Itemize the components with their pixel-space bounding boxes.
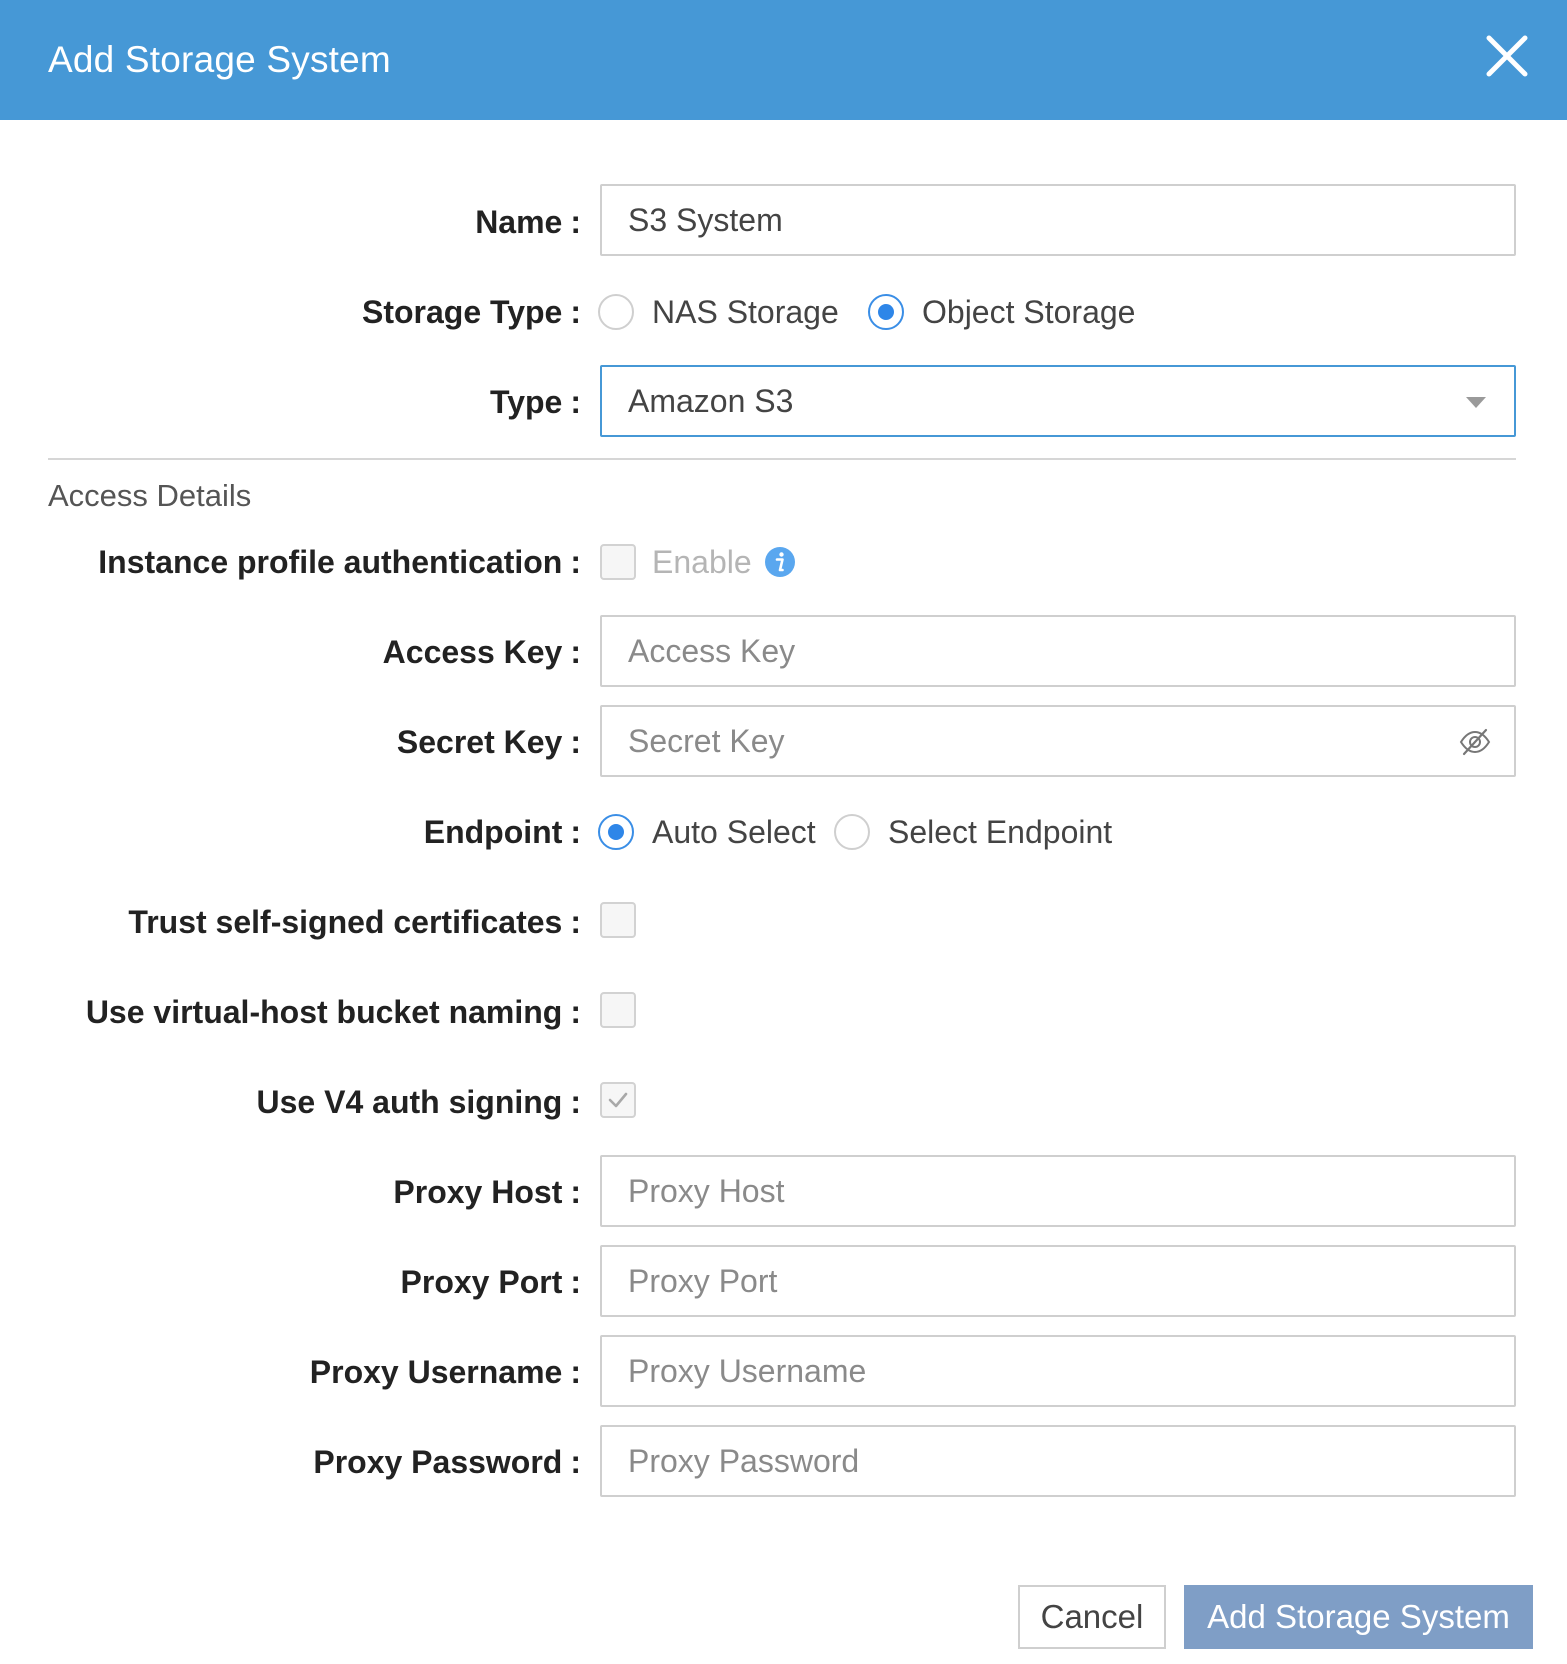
virtual-host-label: Use virtual-host bucket naming: [85,994,581,1030]
radio-auto-select[interactable] [598,814,634,850]
secret-key-label: Secret Key: [396,724,581,760]
secret-key-field[interactable] [600,705,1516,777]
radio-object-storage-label: Object Storage [922,294,1136,330]
name-field[interactable] [600,184,1516,256]
v4-auth-checkbox[interactable] [600,1082,636,1118]
v4-auth-label: Use V4 auth signing: [256,1084,581,1120]
name-label: Name: [475,204,581,240]
proxy-host-field[interactable] [600,1155,1516,1227]
dialog-title: Add Storage System [48,39,391,80]
chevron-down-icon [1466,397,1486,408]
proxy-username-label: Proxy Username: [309,1354,581,1390]
radio-nas-storage-label: NAS Storage [652,294,839,330]
cancel-button[interactable]: Cancel [1018,1585,1166,1649]
close-icon[interactable] [1485,34,1529,78]
radio-auto-select-label: Auto Select [652,814,816,850]
type-label: Type: [490,384,581,420]
access-key-field[interactable] [600,615,1516,687]
access-key-input[interactable] [602,617,1514,685]
proxy-port-label: Proxy Port: [400,1264,581,1300]
access-key-label: Access Key: [382,634,581,670]
proxy-username-field[interactable] [600,1335,1516,1407]
proxy-password-label: Proxy Password: [313,1444,581,1480]
name-input[interactable] [602,186,1514,254]
dialog-header: Add Storage System [0,0,1567,120]
proxy-host-label: Proxy Host: [393,1174,581,1210]
secret-key-input[interactable] [602,707,1514,775]
access-details-title: Access Details [48,478,252,513]
add-storage-system-button[interactable]: Add Storage System [1184,1585,1533,1649]
proxy-host-input[interactable] [602,1157,1514,1225]
radio-nas-storage[interactable] [598,294,634,330]
radio-object-storage[interactable] [868,294,904,330]
type-select-value: Amazon S3 [628,383,794,419]
proxy-port-field[interactable] [600,1245,1516,1317]
proxy-username-input[interactable] [602,1337,1514,1405]
proxy-password-field[interactable] [600,1425,1516,1497]
eye-slash-icon[interactable] [1458,725,1492,759]
trust-self-signed-checkbox[interactable] [600,902,636,938]
section-divider [48,458,1516,460]
trust-self-signed-label: Trust self-signed certificates: [128,904,581,940]
checkmark-icon [608,1092,628,1108]
virtual-host-checkbox[interactable] [600,992,636,1028]
instance-profile-checkbox[interactable] [600,544,636,580]
type-select[interactable]: Amazon S3 [600,365,1516,437]
proxy-port-input[interactable] [602,1247,1514,1315]
endpoint-label: Endpoint: [423,814,581,850]
radio-select-endpoint[interactable] [834,814,870,850]
instance-profile-enable-label: Enable [652,544,752,580]
radio-select-endpoint-label: Select Endpoint [888,814,1113,850]
proxy-password-input[interactable] [602,1427,1514,1495]
instance-profile-label: Instance profile authentication: [98,544,581,580]
info-icon[interactable] [764,546,796,578]
storage-type-label: Storage Type: [362,294,581,330]
